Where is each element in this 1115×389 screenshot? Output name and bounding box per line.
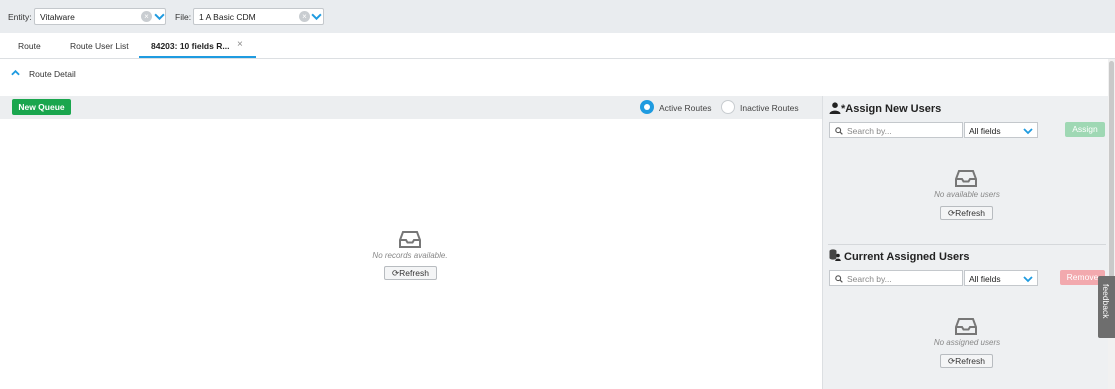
assigned-search-placeholder: Search by... bbox=[847, 274, 892, 284]
page-scrollbar[interactable] bbox=[1108, 59, 1115, 389]
new-queue-button[interactable]: New Queue bbox=[12, 99, 71, 115]
chevron-down-icon[interactable] bbox=[154, 11, 165, 22]
assign-field-select[interactable]: All fields bbox=[964, 122, 1038, 138]
chevron-down-icon[interactable] bbox=[311, 11, 322, 22]
inbox-icon bbox=[955, 170, 977, 187]
assign-button[interactable]: Assign bbox=[1065, 122, 1105, 137]
file-value: 1 A Basic CDM bbox=[199, 12, 256, 22]
assigned-field-select[interactable]: All fields bbox=[964, 270, 1038, 286]
feedback-label: feedback bbox=[1101, 284, 1111, 319]
assign-search-placeholder: Search by... bbox=[847, 126, 892, 136]
current-assigned-users-title: Current Assigned Users bbox=[844, 251, 970, 263]
refresh-available-users-button[interactable]: ⟳Refresh bbox=[940, 206, 993, 220]
inactive-routes-radio[interactable] bbox=[721, 100, 735, 114]
no-assigned-users-text: No assigned users bbox=[933, 338, 1001, 347]
inactive-routes-label[interactable]: Inactive Routes bbox=[740, 103, 799, 113]
active-routes-radio[interactable] bbox=[640, 100, 654, 114]
chevron-down-icon bbox=[1023, 276, 1033, 283]
file-select[interactable]: 1 A Basic CDM × bbox=[193, 8, 324, 25]
filter-bar bbox=[0, 0, 1115, 33]
inbox-icon bbox=[399, 231, 421, 248]
entity-label: Entity: bbox=[8, 12, 32, 22]
entity-select[interactable]: Vitalware × bbox=[34, 8, 166, 25]
chevron-down-icon bbox=[1023, 128, 1033, 135]
user-icon bbox=[829, 102, 841, 114]
assigned-search-input[interactable]: Search by... bbox=[829, 270, 963, 286]
active-routes-label[interactable]: Active Routes bbox=[659, 103, 711, 113]
clear-entity-icon[interactable]: × bbox=[141, 11, 152, 22]
search-icon bbox=[835, 127, 843, 135]
tab-route-user-list[interactable]: Route User List bbox=[70, 41, 129, 51]
file-label: File: bbox=[175, 12, 192, 22]
tab-route[interactable]: Route bbox=[18, 41, 41, 51]
refresh-assigned-users-button[interactable]: ⟳Refresh bbox=[940, 354, 993, 368]
clear-file-icon[interactable]: × bbox=[299, 11, 310, 22]
assign-new-users-title: *Assign New Users bbox=[841, 103, 942, 115]
tab-route-detail[interactable]: 84203: 10 fields R... bbox=[151, 41, 229, 51]
close-tab-icon[interactable]: × bbox=[237, 39, 243, 50]
user-database-icon bbox=[829, 249, 841, 261]
chevron-up-icon[interactable] bbox=[11, 69, 20, 77]
assign-field-value: All fields bbox=[969, 126, 1001, 136]
route-detail-label[interactable]: Route Detail bbox=[29, 69, 76, 79]
no-available-users-text: No available users bbox=[934, 190, 1000, 199]
refresh-records-button[interactable]: ⟳Refresh bbox=[384, 266, 437, 280]
inbox-icon bbox=[955, 318, 977, 335]
refresh-label: Refresh bbox=[955, 208, 985, 218]
active-tab-indicator bbox=[139, 56, 256, 58]
assign-search-input[interactable]: Search by... bbox=[829, 122, 963, 138]
search-icon bbox=[835, 275, 843, 283]
scrollbar-thumb[interactable] bbox=[1109, 61, 1114, 311]
panel-divider bbox=[828, 244, 1106, 245]
entity-value: Vitalware bbox=[40, 12, 75, 22]
refresh-label: Refresh bbox=[955, 356, 985, 366]
no-records-text: No records available. bbox=[372, 251, 448, 260]
assigned-field-value: All fields bbox=[969, 274, 1001, 284]
refresh-label: Refresh bbox=[399, 268, 429, 278]
feedback-tab[interactable]: feedback bbox=[1098, 276, 1115, 338]
